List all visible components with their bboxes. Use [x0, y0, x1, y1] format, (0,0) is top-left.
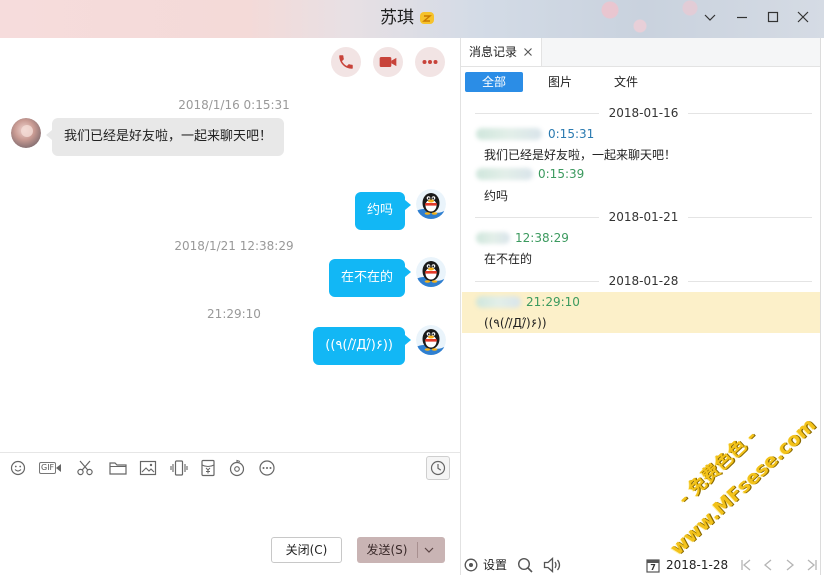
- tab-label: 消息记录: [469, 45, 518, 59]
- voice-call-button[interactable]: [331, 47, 361, 77]
- filter-files[interactable]: 文件: [606, 72, 646, 92]
- phone-icon: [337, 53, 355, 71]
- my-avatar[interactable]: [416, 257, 446, 287]
- settings-label[interactable]: 设置: [483, 558, 507, 572]
- send-button-divider: [417, 542, 418, 558]
- next-page-icon[interactable]: [783, 558, 797, 572]
- settings-icon[interactable]: [464, 558, 478, 572]
- video-call-button[interactable]: [373, 47, 403, 77]
- send-button-label: 发送(S): [366, 543, 408, 557]
- vip-badge-icon[interactable]: [419, 10, 435, 26]
- send-button[interactable]: 发送(S): [357, 537, 445, 563]
- speaker-icon[interactable]: [543, 557, 563, 573]
- search-icon[interactable]: [517, 557, 533, 573]
- outgoing-message-bubble[interactable]: ((٩(//̀Д/́)۶)): [313, 327, 411, 365]
- outgoing-message-bubble[interactable]: 约吗: [354, 192, 412, 230]
- shake-icon[interactable]: [170, 459, 188, 477]
- tab-message-history[interactable]: 消息记录: [461, 38, 542, 66]
- date-label: 2018-01-28: [608, 274, 679, 288]
- filter-images[interactable]: 图片: [540, 72, 580, 92]
- history-entry-time: 12:38:29: [515, 231, 569, 245]
- my-avatar[interactable]: [416, 189, 446, 219]
- outgoing-message-bubble[interactable]: 在不在的: [328, 259, 412, 297]
- window-title: 苏琪: [380, 8, 414, 28]
- close-icon[interactable]: [796, 10, 810, 24]
- folder-icon[interactable]: [109, 459, 127, 477]
- scissors-icon[interactable]: [76, 459, 94, 477]
- composer-divider: [0, 452, 460, 453]
- date-divider: 2018-01-16: [475, 105, 812, 121]
- history-entry-text[interactable]: ((٩(//̀Д/́)۶)): [484, 316, 547, 330]
- maximize-icon[interactable]: [766, 10, 780, 24]
- message-input[interactable]: [8, 484, 456, 536]
- close-small-icon[interactable]: [523, 47, 533, 57]
- history-entry-time: 0:15:39: [538, 167, 585, 181]
- message-timestamp: 2018/1/21 12:38:29: [174, 239, 294, 253]
- more-dots-icon: [421, 53, 439, 71]
- filter-all[interactable]: 全部: [465, 72, 523, 92]
- chevron-down-icon[interactable]: [703, 10, 717, 24]
- calendar-icon[interactable]: 7: [646, 558, 660, 573]
- history-entry-time: 21:29:10: [526, 295, 580, 309]
- contact-avatar[interactable]: [11, 118, 41, 148]
- red-packet-icon[interactable]: [199, 459, 217, 477]
- minimize-icon[interactable]: [735, 10, 749, 24]
- calendar-day: 7: [650, 563, 656, 572]
- incoming-message-bubble[interactable]: 我们已经是好友啦，一起来聊天吧！: [45, 118, 285, 156]
- date-divider: 2018-01-28: [475, 273, 812, 289]
- video-icon: [378, 52, 398, 72]
- image-icon[interactable]: [139, 459, 157, 477]
- my-avatar[interactable]: [416, 325, 446, 355]
- last-page-icon[interactable]: [805, 558, 819, 572]
- blurred-sender-name: [476, 128, 542, 140]
- message-timestamp: 21:29:10: [207, 307, 261, 321]
- prev-page-icon[interactable]: [761, 558, 775, 572]
- history-entry-text[interactable]: 约吗: [484, 189, 508, 203]
- blurred-sender-name: [476, 232, 510, 244]
- first-page-icon[interactable]: [739, 558, 753, 572]
- window-right-border: [820, 38, 821, 575]
- more-icon[interactable]: [258, 459, 276, 477]
- message-history-button[interactable]: [426, 456, 450, 480]
- history-entry-text[interactable]: 我们已经是好友啦，一起来聊天吧！: [484, 148, 676, 162]
- blurred-sender-name: [476, 168, 533, 180]
- close-button[interactable]: 关闭(C): [271, 537, 342, 563]
- date-label: 2018-01-16: [608, 106, 679, 120]
- more-actions-button[interactable]: [415, 47, 445, 77]
- clock-icon: [430, 460, 446, 476]
- date-divider: 2018-01-21: [475, 209, 812, 225]
- gif-label: GIF: [39, 462, 57, 474]
- chevron-down-icon[interactable]: [423, 544, 435, 556]
- gif-icon[interactable]: GIF: [39, 461, 63, 475]
- date-label: 2018-01-21: [608, 210, 679, 224]
- music-icon[interactable]: [228, 459, 246, 477]
- history-entry-text[interactable]: 在不在的: [484, 252, 532, 266]
- history-entry-time: 0:15:31: [548, 127, 595, 141]
- emoji-icon[interactable]: [9, 459, 27, 477]
- blurred-sender-name: [476, 296, 521, 308]
- message-timestamp: 2018/1/16 0:15:31: [178, 98, 290, 112]
- history-date[interactable]: 2018-1-28: [666, 558, 728, 572]
